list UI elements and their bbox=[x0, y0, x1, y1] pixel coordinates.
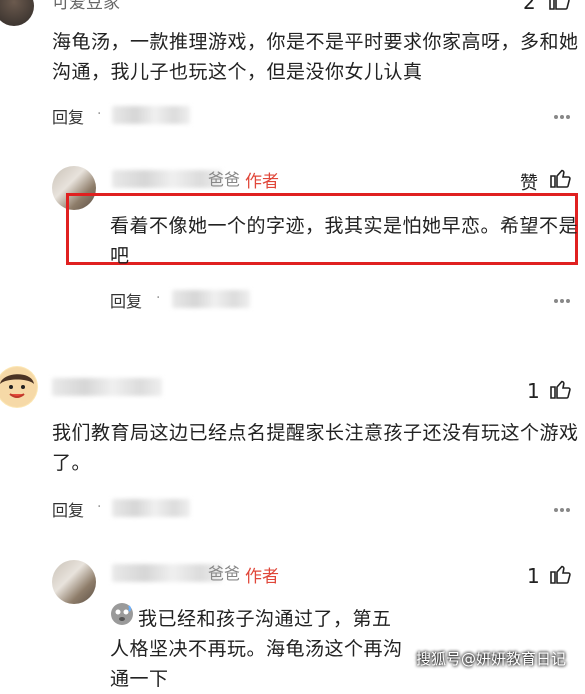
reply-button[interactable]: 回复 bbox=[110, 288, 142, 312]
comment-text: 我们教育局这边已经点名提醒家长注意孩子还没有玩这个游戏了。 bbox=[52, 422, 579, 474]
timestamp-blurred bbox=[172, 290, 250, 308]
watermark: 搜狐号@妍妍教育日记 bbox=[416, 650, 567, 668]
author-avatar[interactable] bbox=[52, 560, 96, 604]
reply-button[interactable]: 回复 bbox=[52, 497, 84, 521]
like-count: 2 bbox=[523, 0, 536, 14]
author-name-blurred[interactable] bbox=[112, 564, 222, 582]
reply-text: 我已经和孩子沟通过了，第五人格坚决不再玩。海龟汤这个再沟通一下 bbox=[110, 608, 403, 690]
thumbs-up-icon[interactable] bbox=[548, 562, 572, 586]
separator-dot: · bbox=[97, 106, 102, 122]
author-name-blurred[interactable] bbox=[112, 170, 222, 188]
like-label[interactable]: 赞 bbox=[520, 169, 538, 195]
separator-dot: · bbox=[156, 290, 161, 306]
commenter-name-blurred[interactable] bbox=[52, 378, 162, 396]
author-badge: 作者 bbox=[245, 567, 279, 587]
reply-button[interactable]: 回复 bbox=[52, 104, 84, 128]
more-options-icon[interactable] bbox=[552, 500, 574, 522]
more-options-icon[interactable] bbox=[552, 107, 574, 129]
avatar[interactable] bbox=[0, 0, 34, 26]
author-badge: 作者 bbox=[245, 172, 279, 192]
separator-dot: · bbox=[97, 499, 102, 515]
thumbs-up-icon[interactable] bbox=[547, 0, 571, 12]
like-count: 1 bbox=[527, 379, 540, 403]
avatar[interactable] bbox=[0, 366, 38, 408]
thumbs-up-icon[interactable] bbox=[548, 166, 572, 190]
author-name-suffix[interactable]: 爸爸 bbox=[208, 560, 240, 584]
like-count: 1 bbox=[527, 564, 540, 588]
author-name-suffix[interactable]: 爸爸 bbox=[208, 166, 240, 190]
thumbs-up-icon[interactable] bbox=[548, 377, 572, 401]
more-options-icon[interactable] bbox=[552, 291, 574, 313]
timestamp-blurred bbox=[112, 499, 190, 517]
comment-text: 海龟汤，一款推理游戏，你是不是平时要求你家高呀，多和她沟通，我儿子也玩这个，但是… bbox=[52, 31, 579, 83]
timestamp-blurred bbox=[112, 106, 190, 124]
reply-text: 看着不像她一个的字迹，我其实是怕她早恋。希望不是吧 bbox=[110, 215, 579, 267]
commenter-name[interactable]: 可爱豆家 bbox=[52, 0, 120, 13]
